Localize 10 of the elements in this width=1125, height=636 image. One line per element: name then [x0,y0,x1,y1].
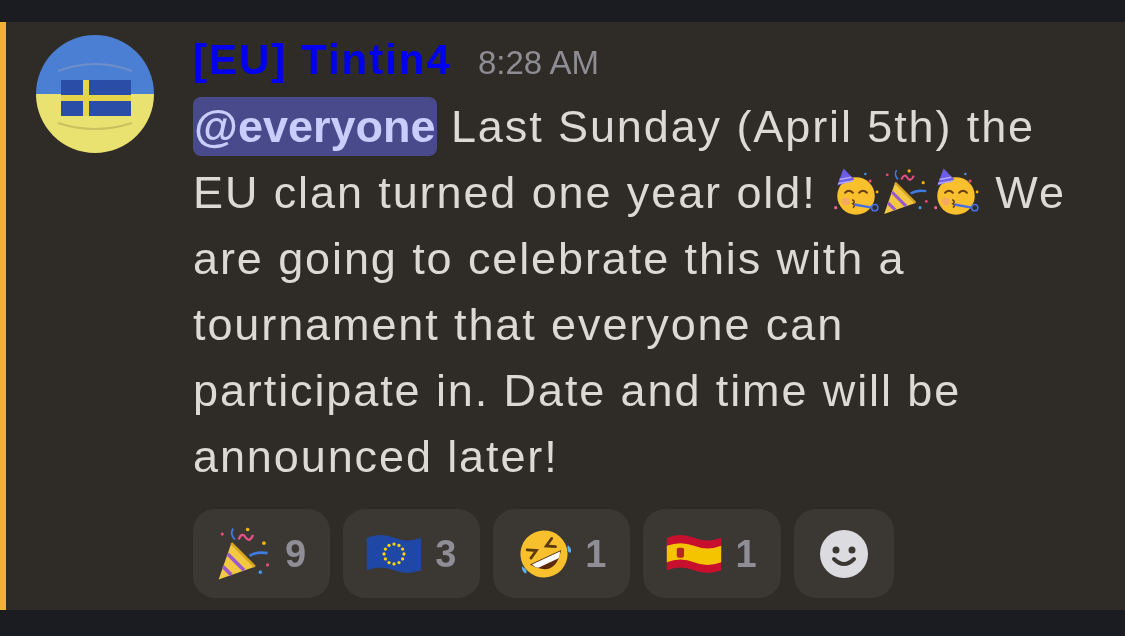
mention-link[interactable]: @everyone [193,97,437,156]
avatar[interactable] [36,35,154,153]
reaction-button[interactable]: 1 [643,509,781,598]
reaction-button[interactable]: 1 [493,509,631,598]
reaction-button[interactable]: 9 [193,509,331,598]
timestamp: 8:28 AM [477,43,599,83]
add-reaction-button[interactable] [793,509,894,598]
message-text: @everyone Last Sunday (April 5th) the EU clan turned one year old! We are going to celebrate this with a tournament that everyone can participate in. Date and time will be announced later! [193,94,1077,490]
reaction-button[interactable]: 3 [343,509,481,598]
smiley-icon [819,529,868,578]
